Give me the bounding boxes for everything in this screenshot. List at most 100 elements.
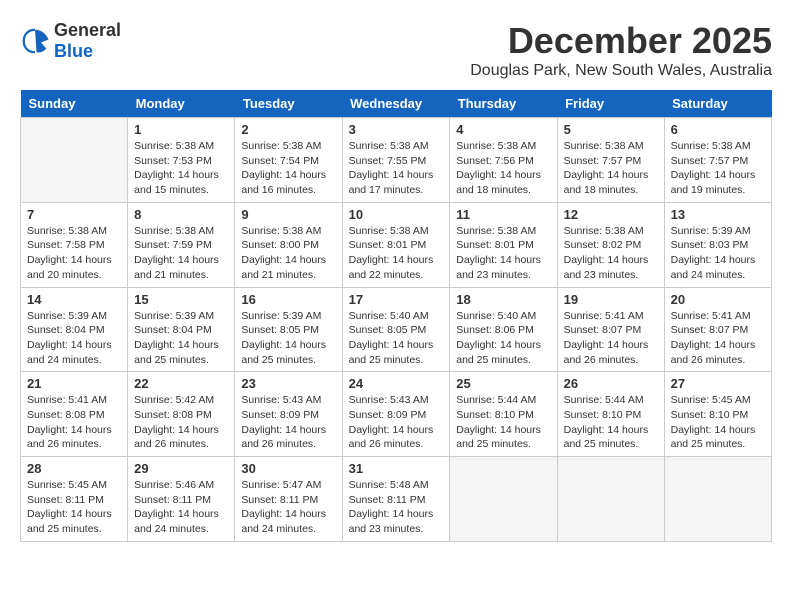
day-number: 12 — [564, 207, 658, 222]
calendar-week-1: 1 Sunrise: 5:38 AMSunset: 7:53 PMDaylight… — [21, 118, 772, 203]
day-info: Sunrise: 5:39 AMSunset: 8:05 PMDaylight:… — [241, 309, 335, 368]
day-number: 16 — [241, 292, 335, 307]
calendar-cell: 8Sunrise: 5:38 AMSunset: 7:59 PMDaylight… — [128, 202, 235, 287]
day-info: Sunrise: 5:48 AMSunset: 8:11 PMDaylight:… — [349, 478, 444, 537]
day-info: Sunrise: 5:40 AMSunset: 8:06 PMDaylight:… — [456, 309, 550, 368]
day-info: Sunrise: 5:45 AMSunset: 8:10 PMDaylight:… — [671, 393, 765, 452]
header-friday: Friday — [557, 90, 664, 118]
day-number: 7 — [27, 207, 121, 222]
day-info: Sunrise: 5:43 AMSunset: 8:09 PMDaylight:… — [241, 393, 335, 452]
day-number: 4 — [456, 122, 550, 137]
logo-blue: Blue — [54, 41, 93, 61]
day-number: 31 — [349, 461, 444, 476]
day-info: Sunrise: 5:38 AMSunset: 7:56 PMDaylight:… — [456, 139, 550, 198]
day-info: Sunrise: 5:39 AMSunset: 8:04 PMDaylight:… — [134, 309, 228, 368]
calendar-cell: 3 Sunrise: 5:38 AMSunset: 7:55 PMDaylight… — [342, 118, 450, 203]
calendar-cell: 29 Sunrise: 5:46 AMSunset: 8:11 PMDayligh… — [128, 457, 235, 542]
calendar-cell: 12Sunrise: 5:38 AMSunset: 8:02 PMDayligh… — [557, 202, 664, 287]
day-number: 23 — [241, 376, 335, 391]
calendar-cell — [664, 457, 771, 542]
day-number: 1 — [134, 122, 228, 137]
title-block: December 2025 Douglas Park, New South Wa… — [470, 20, 772, 80]
calendar-cell: 14 Sunrise: 5:39 AMSunset: 8:04 PMDayligh… — [21, 287, 128, 372]
day-info: Sunrise: 5:40 AMSunset: 8:05 PMDaylight:… — [349, 309, 444, 368]
day-number: 8 — [134, 207, 228, 222]
day-info: Sunrise: 5:38 AMSunset: 7:58 PMDaylight:… — [27, 224, 121, 283]
page-header: General Blue December 2025 Douglas Park,… — [20, 20, 772, 80]
day-number: 3 — [349, 122, 444, 137]
day-info: Sunrise: 5:38 AMSunset: 7:53 PMDaylight:… — [134, 139, 228, 198]
day-number: 11 — [456, 207, 550, 222]
calendar-cell: 18 Sunrise: 5:40 AMSunset: 8:06 PMDayligh… — [450, 287, 557, 372]
calendar-cell: 17Sunrise: 5:40 AMSunset: 8:05 PMDayligh… — [342, 287, 450, 372]
calendar-cell: 4 Sunrise: 5:38 AMSunset: 7:56 PMDaylight… — [450, 118, 557, 203]
calendar-cell: 27Sunrise: 5:45 AMSunset: 8:10 PMDayligh… — [664, 372, 771, 457]
day-number: 9 — [241, 207, 335, 222]
calendar-cell: 1 Sunrise: 5:38 AMSunset: 7:53 PMDaylight… — [128, 118, 235, 203]
day-number: 6 — [671, 122, 765, 137]
header-sunday: Sunday — [21, 90, 128, 118]
header-monday: Monday — [128, 90, 235, 118]
day-number: 20 — [671, 292, 765, 307]
logo: General Blue — [20, 20, 121, 62]
day-number: 15 — [134, 292, 228, 307]
calendar-cell: 25Sunrise: 5:44 AMSunset: 8:10 PMDayligh… — [450, 372, 557, 457]
calendar-cell: 26 Sunrise: 5:44 AMSunset: 8:10 PMDayligh… — [557, 372, 664, 457]
header-wednesday: Wednesday — [342, 90, 450, 118]
calendar-cell: 16 Sunrise: 5:39 AMSunset: 8:05 PMDayligh… — [235, 287, 342, 372]
day-number: 30 — [241, 461, 335, 476]
day-number: 18 — [456, 292, 550, 307]
calendar-cell: 28Sunrise: 5:45 AMSunset: 8:11 PMDayligh… — [21, 457, 128, 542]
day-info: Sunrise: 5:43 AMSunset: 8:09 PMDaylight:… — [349, 393, 444, 452]
day-info: Sunrise: 5:41 AMSunset: 8:08 PMDaylight:… — [27, 393, 121, 452]
day-info: Sunrise: 5:42 AMSunset: 8:08 PMDaylight:… — [134, 393, 228, 452]
calendar-cell: 9Sunrise: 5:38 AMSunset: 8:00 PMDaylight… — [235, 202, 342, 287]
calendar-cell: 13Sunrise: 5:39 AMSunset: 8:03 PMDayligh… — [664, 202, 771, 287]
day-number: 24 — [349, 376, 444, 391]
calendar-week-2: 7 Sunrise: 5:38 AMSunset: 7:58 PMDaylight… — [21, 202, 772, 287]
calendar-cell: 24 Sunrise: 5:43 AMSunset: 8:09 PMDayligh… — [342, 372, 450, 457]
calendar-cell: 6 Sunrise: 5:38 AMSunset: 7:57 PMDaylight… — [664, 118, 771, 203]
day-info: Sunrise: 5:38 AMSunset: 7:54 PMDaylight:… — [241, 139, 335, 198]
day-info: Sunrise: 5:39 AMSunset: 8:04 PMDaylight:… — [27, 309, 121, 368]
day-info: Sunrise: 5:38 AMSunset: 7:57 PMDaylight:… — [671, 139, 765, 198]
calendar-week-3: 14 Sunrise: 5:39 AMSunset: 8:04 PMDayligh… — [21, 287, 772, 372]
calendar-cell: 15 Sunrise: 5:39 AMSunset: 8:04 PMDayligh… — [128, 287, 235, 372]
day-info: Sunrise: 5:44 AMSunset: 8:10 PMDaylight:… — [564, 393, 658, 452]
calendar-cell: 31 Sunrise: 5:48 AMSunset: 8:11 PMDayligh… — [342, 457, 450, 542]
day-info: Sunrise: 5:41 AMSunset: 8:07 PMDaylight:… — [671, 309, 765, 368]
header-thursday: Thursday — [450, 90, 557, 118]
day-number: 25 — [456, 376, 550, 391]
calendar-header-row: Sunday Monday Tuesday Wednesday Thursday… — [21, 90, 772, 118]
day-info: Sunrise: 5:47 AMSunset: 8:11 PMDaylight:… — [241, 478, 335, 537]
logo-text: General Blue — [54, 20, 121, 62]
calendar-cell: 7 Sunrise: 5:38 AMSunset: 7:58 PMDaylight… — [21, 202, 128, 287]
day-info: Sunrise: 5:38 AMSunset: 7:57 PMDaylight:… — [564, 139, 658, 198]
calendar-cell: 30 Sunrise: 5:47 AMSunset: 8:11 PMDayligh… — [235, 457, 342, 542]
day-number: 19 — [564, 292, 658, 307]
calendar-week-5: 28Sunrise: 5:45 AMSunset: 8:11 PMDayligh… — [21, 457, 772, 542]
day-number: 21 — [27, 376, 121, 391]
calendar-cell: 19 Sunrise: 5:41 AMSunset: 8:07 PMDayligh… — [557, 287, 664, 372]
calendar-week-4: 21 Sunrise: 5:41 AMSunset: 8:08 PMDayligh… — [21, 372, 772, 457]
day-info: Sunrise: 5:46 AMSunset: 8:11 PMDaylight:… — [134, 478, 228, 537]
calendar-cell — [450, 457, 557, 542]
logo-icon — [20, 26, 50, 56]
day-number: 26 — [564, 376, 658, 391]
header-tuesday: Tuesday — [235, 90, 342, 118]
calendar-table: Sunday Monday Tuesday Wednesday Thursday… — [20, 90, 772, 542]
calendar-cell: 2Sunrise: 5:38 AMSunset: 7:54 PMDaylight… — [235, 118, 342, 203]
calendar-cell: 20 Sunrise: 5:41 AMSunset: 8:07 PMDayligh… — [664, 287, 771, 372]
calendar-cell: 11Sunrise: 5:38 AMSunset: 8:01 PMDayligh… — [450, 202, 557, 287]
calendar-cell — [557, 457, 664, 542]
day-info: Sunrise: 5:38 AMSunset: 7:55 PMDaylight:… — [349, 139, 444, 198]
calendar-cell: 10Sunrise: 5:38 AMSunset: 8:01 PMDayligh… — [342, 202, 450, 287]
day-number: 22 — [134, 376, 228, 391]
header-saturday: Saturday — [664, 90, 771, 118]
day-info: Sunrise: 5:45 AMSunset: 8:11 PMDaylight:… — [27, 478, 121, 537]
day-info: Sunrise: 5:39 AMSunset: 8:03 PMDaylight:… — [671, 224, 765, 283]
day-number: 14 — [27, 292, 121, 307]
month-title: December 2025 — [470, 20, 772, 62]
day-info: Sunrise: 5:41 AMSunset: 8:07 PMDaylight:… — [564, 309, 658, 368]
day-number: 29 — [134, 461, 228, 476]
